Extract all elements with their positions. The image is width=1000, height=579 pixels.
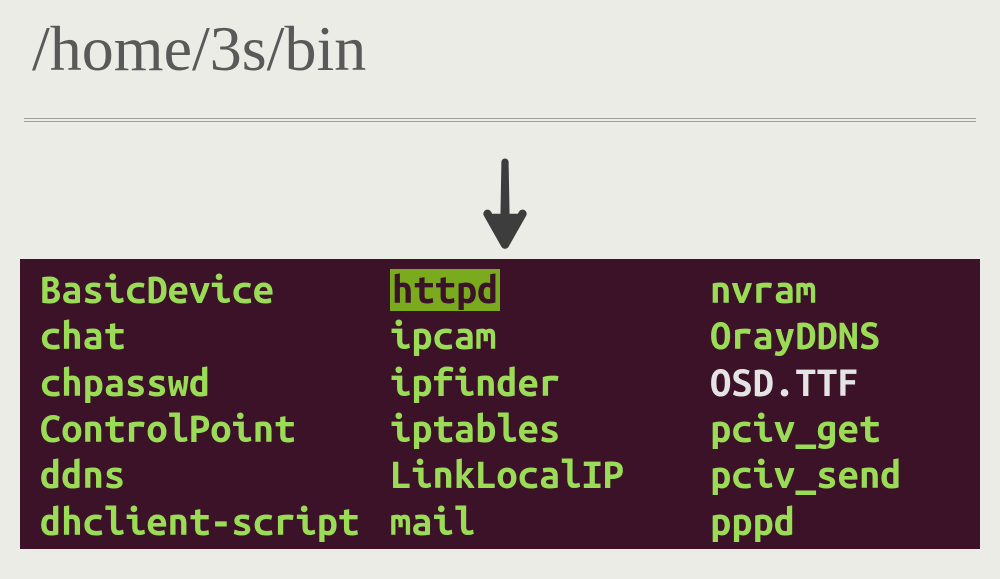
file-item: chat: [40, 315, 125, 357]
terminal-row: dhclient-script mail pppd: [40, 499, 960, 545]
file-item: BasicDevice: [40, 269, 274, 311]
terminal-row: ddns LinkLocalIP pciv_send: [40, 452, 960, 498]
file-item: ipcam: [390, 315, 496, 357]
file-item: LinkLocalIP: [390, 454, 624, 496]
file-item: mail: [390, 501, 475, 543]
file-item: OrayDDNS: [710, 315, 880, 357]
file-item: dhclient-script: [40, 501, 359, 543]
file-item: ControlPoint: [40, 408, 295, 450]
file-item: pciv_get: [710, 408, 880, 450]
file-item: httpd: [390, 269, 500, 311]
file-item: OSD.TTF: [710, 362, 859, 404]
terminal-output: BasicDevice httpd nvram chat ipcam OrayD…: [20, 259, 980, 549]
file-item: pciv_send: [710, 454, 902, 496]
terminal-row: chat ipcam OrayDDNS: [40, 313, 960, 359]
down-arrow-icon: [479, 157, 531, 255]
file-item: ddns: [40, 454, 125, 496]
file-item: chpasswd: [40, 362, 210, 404]
page-title: /home/3s/bin: [0, 0, 1000, 86]
file-item: nvram: [710, 269, 816, 311]
terminal-row: chpasswd ipfinder OSD.TTF: [40, 360, 960, 406]
file-item: pppd: [710, 501, 795, 543]
arrow-container: [0, 122, 1000, 255]
file-item: ipfinder: [390, 362, 560, 404]
terminal-row: ControlPoint iptables pciv_get: [40, 406, 960, 452]
terminal-row: BasicDevice httpd nvram: [40, 267, 960, 313]
file-item: iptables: [390, 408, 560, 450]
